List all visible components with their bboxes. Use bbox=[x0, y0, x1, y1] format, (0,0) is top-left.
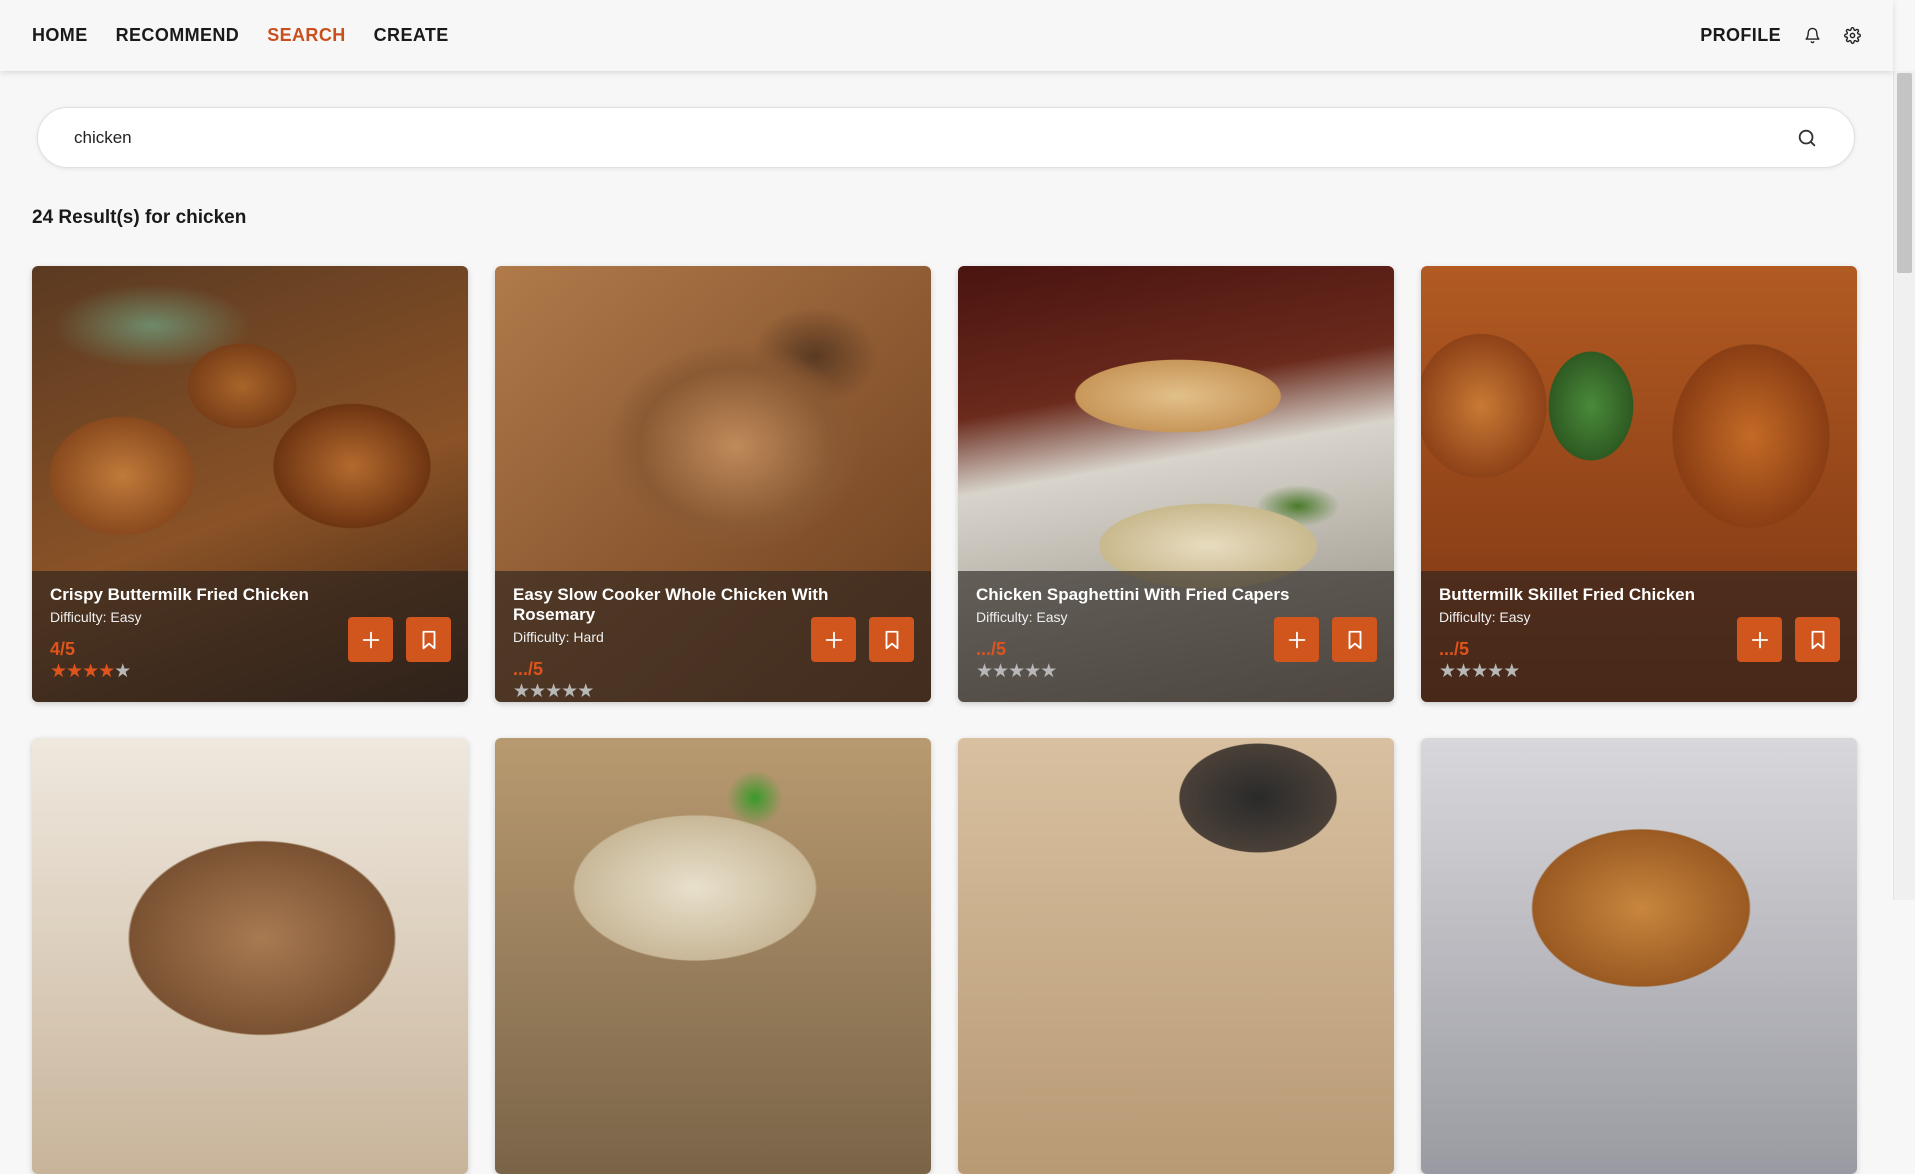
star-icon: ★ bbox=[1439, 661, 1456, 682]
recipe-info-overlay: Easy Slow Cooker Whole Chicken With Rose… bbox=[495, 571, 931, 702]
results-heading: 24 Result(s) for chicken bbox=[32, 207, 247, 228]
recipe-title: Buttermilk Skillet Fried Chicken bbox=[1439, 585, 1696, 604]
recipe-title: Chicken Spaghettini With Fried Capers bbox=[976, 585, 1290, 604]
star-icon: ★ bbox=[114, 661, 131, 682]
nav-links: HOME RECOMMEND SEARCH CREATE bbox=[32, 25, 449, 46]
recipe-card[interactable]: Easy Slow Cooker Whole Chicken With Rose… bbox=[495, 266, 931, 702]
bookmark-icon bbox=[1811, 630, 1824, 649]
nav-link-profile[interactable]: PROFILE bbox=[1700, 25, 1781, 46]
star-icon: ★ bbox=[1040, 661, 1057, 682]
bell-icon[interactable] bbox=[1803, 27, 1821, 45]
gear-icon[interactable] bbox=[1843, 27, 1861, 45]
plus-icon bbox=[825, 631, 842, 648]
nav-link-search[interactable]: SEARCH bbox=[267, 25, 345, 46]
recipe-info-overlay: Chicken Spaghettini With Fried Capers Dif… bbox=[958, 571, 1394, 702]
recipe-actions bbox=[1737, 617, 1840, 662]
recipe-image bbox=[958, 738, 1394, 1174]
recipe-card[interactable] bbox=[1421, 738, 1857, 1174]
bookmark-recipe-button[interactable] bbox=[1332, 617, 1377, 662]
nav-link-create[interactable]: CREATE bbox=[374, 25, 449, 46]
recipe-card[interactable] bbox=[495, 738, 931, 1174]
star-icon: ★ bbox=[1024, 661, 1041, 682]
recipe-card[interactable]: Buttermilk Skillet Fried Chicken Difficul… bbox=[1421, 266, 1857, 702]
nav-right: PROFILE bbox=[1700, 25, 1861, 46]
top-navbar: HOME RECOMMEND SEARCH CREATE PROFILE bbox=[0, 0, 1893, 71]
bookmark-icon bbox=[885, 630, 898, 649]
recipe-info-overlay: Buttermilk Skillet Fried Chicken Difficul… bbox=[1421, 571, 1857, 702]
star-icon: ★ bbox=[1008, 661, 1025, 682]
star-icon: ★ bbox=[976, 661, 993, 682]
recipe-title: Crispy Buttermilk Fried Chicken bbox=[50, 585, 309, 604]
bookmark-icon bbox=[422, 630, 435, 649]
recipe-actions bbox=[348, 617, 451, 662]
star-icon: ★ bbox=[577, 681, 594, 702]
recipe-image bbox=[495, 738, 931, 1174]
star-icon: ★ bbox=[1503, 661, 1520, 682]
star-icon: ★ bbox=[545, 681, 562, 702]
star-icon: ★ bbox=[529, 681, 546, 702]
recipe-image bbox=[32, 738, 468, 1174]
recipe-image bbox=[1421, 738, 1857, 1174]
star-icon: ★ bbox=[66, 661, 83, 682]
bookmark-icon bbox=[1348, 630, 1361, 649]
star-icon: ★ bbox=[82, 661, 99, 682]
recipe-card[interactable]: Crispy Buttermilk Fried Chicken Difficult… bbox=[32, 266, 468, 702]
nav-link-recommend[interactable]: RECOMMEND bbox=[116, 25, 240, 46]
search-bar bbox=[37, 107, 1855, 168]
recipe-card[interactable] bbox=[32, 738, 468, 1174]
bookmark-recipe-button[interactable] bbox=[869, 617, 914, 662]
star-icon: ★ bbox=[98, 661, 115, 682]
recipe-star-rating: ★★★★★ bbox=[513, 682, 913, 701]
recipe-card[interactable]: Chicken Spaghettini With Fried Capers Dif… bbox=[958, 266, 1394, 702]
star-icon: ★ bbox=[1487, 661, 1504, 682]
plus-icon bbox=[1751, 631, 1768, 648]
star-icon: ★ bbox=[1471, 661, 1488, 682]
add-recipe-button[interactable] bbox=[348, 617, 393, 662]
star-icon: ★ bbox=[561, 681, 578, 702]
star-icon: ★ bbox=[50, 661, 67, 682]
search-input[interactable] bbox=[74, 127, 1796, 148]
plus-icon bbox=[362, 631, 379, 648]
recipe-actions bbox=[811, 617, 914, 662]
search-icon[interactable] bbox=[1796, 127, 1818, 149]
recipe-star-rating: ★★★★★ bbox=[1439, 662, 1839, 681]
star-icon: ★ bbox=[992, 661, 1009, 682]
recipe-info-overlay: Crispy Buttermilk Fried Chicken Difficult… bbox=[32, 571, 468, 702]
bookmark-recipe-button[interactable] bbox=[406, 617, 451, 662]
add-recipe-button[interactable] bbox=[1274, 617, 1319, 662]
recipe-rating-text: .../5 bbox=[513, 659, 544, 679]
star-icon: ★ bbox=[513, 681, 530, 702]
add-recipe-button[interactable] bbox=[811, 617, 856, 662]
add-recipe-button[interactable] bbox=[1737, 617, 1782, 662]
recipe-actions bbox=[1274, 617, 1377, 662]
recipe-card[interactable] bbox=[958, 738, 1394, 1174]
plus-icon bbox=[1288, 631, 1305, 648]
nav-link-home[interactable]: HOME bbox=[32, 25, 88, 46]
scrollbar-thumb[interactable] bbox=[1897, 73, 1912, 273]
recipe-star-rating: ★★★★★ bbox=[976, 662, 1376, 681]
bookmark-recipe-button[interactable] bbox=[1795, 617, 1840, 662]
star-icon: ★ bbox=[1455, 661, 1472, 682]
page-scrollbar[interactable] bbox=[1893, 71, 1915, 900]
recipe-star-rating: ★★★★★ bbox=[50, 662, 450, 681]
recipe-grid: Crispy Buttermilk Fried Chicken Difficult… bbox=[32, 266, 1857, 1174]
